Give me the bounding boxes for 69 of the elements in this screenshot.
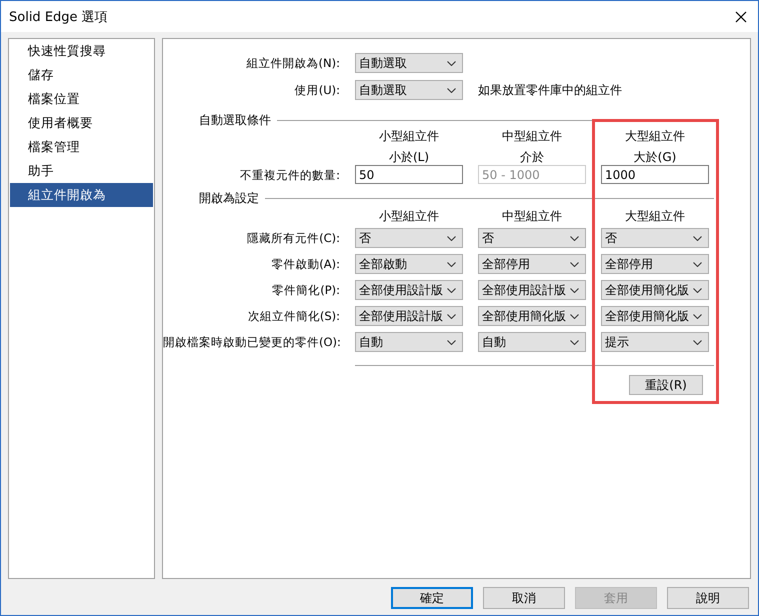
section-title: 自動選取條件 — [199, 112, 271, 128]
dropdown[interactable]: 提示 — [601, 332, 709, 352]
dropdown[interactable]: 全部停用 — [601, 254, 709, 274]
chevron-icon — [447, 314, 456, 318]
input-field[interactable]: 1000 — [601, 165, 709, 184]
column-sublabel: 大於(G) — [632, 149, 678, 165]
column-heading: 中型組立件 — [501, 128, 563, 144]
dropdown[interactable]: 全部使用簡化版 — [601, 280, 709, 300]
chevron-icon — [693, 262, 702, 266]
chevron-icon — [447, 288, 456, 292]
sidebar-item[interactable]: 快速性質搜尋 — [10, 39, 153, 63]
chevron-icon — [570, 262, 579, 266]
window-title: Solid Edge 選項 — [9, 8, 108, 26]
chevron-icon — [693, 340, 702, 344]
field-label: 不重複元件的數量: — [239, 166, 340, 182]
chevron-icon — [447, 262, 456, 266]
sidebar-item[interactable]: 使用者概要 — [10, 111, 153, 135]
chevron-icon — [447, 60, 456, 66]
dropdown[interactable]: 自動選取 — [355, 53, 463, 73]
column-heading: 中型組立件 — [501, 208, 563, 224]
field-label: 組立件開啟為(N): — [246, 55, 340, 71]
dropdown[interactable]: 否 — [478, 228, 586, 248]
dropdown[interactable]: 全部使用簡化版 — [601, 306, 709, 326]
field-label: 開啟檔案時啟動已變更的零件(O): — [163, 334, 340, 350]
dropdown[interactable]: 全部停用 — [478, 254, 586, 274]
field-label: 次組立件簡化(S): — [246, 308, 340, 324]
chevron-icon — [447, 88, 456, 92]
field-label: 使用(U): — [294, 82, 340, 98]
sidebar-item[interactable]: 檔案位置 — [10, 87, 153, 111]
field-label: 隱藏所有元件(C): — [246, 230, 340, 246]
dropdown[interactable]: 全部使用設計版 — [355, 280, 463, 300]
section-title: 開啟為設定 — [199, 190, 259, 206]
dropdown[interactable]: 全部使用設計版 — [478, 280, 586, 300]
column-heading: 小型組立件 — [378, 128, 440, 144]
dropdown[interactable]: 全部啟動 — [355, 254, 463, 274]
chevron-icon — [693, 288, 702, 292]
field-label: 零件簡化(P): — [271, 282, 340, 298]
column-heading: 小型組立件 — [378, 208, 440, 224]
dialog-button[interactable]: 說明 — [667, 587, 749, 609]
chevron-icon — [693, 314, 702, 318]
dialog-button[interactable]: 確定 — [391, 587, 473, 609]
dropdown[interactable]: 全部使用簡化版 — [478, 306, 586, 326]
input-field[interactable]: 50 — [355, 165, 463, 184]
column-heading: 大型組立件 — [624, 208, 686, 224]
dropdown[interactable]: 否 — [355, 228, 463, 248]
dialog-button[interactable]: 取消 — [483, 587, 565, 609]
chevron-icon — [447, 236, 456, 240]
sidebar-item[interactable]: 檔案管理 — [10, 135, 153, 159]
column-heading: 大型組立件 — [624, 128, 686, 144]
close-icon[interactable] — [735, 10, 747, 22]
chevron-icon — [570, 340, 579, 344]
column-sublabel: 小於(L) — [388, 149, 430, 165]
sidebar-item[interactable]: 助手 — [10, 159, 153, 183]
chevron-icon — [447, 340, 456, 344]
dropdown[interactable]: 自動選取 — [355, 80, 463, 100]
dropdown[interactable]: 否 — [601, 228, 709, 248]
chevron-icon — [570, 314, 579, 318]
field-label: 零件啟動(A): — [270, 256, 340, 272]
dropdown[interactable]: 全部使用設計版 — [355, 306, 463, 326]
sidebar-item[interactable]: 儲存 — [10, 63, 153, 87]
column-sublabel: 介於 — [519, 149, 545, 165]
chevron-icon — [693, 236, 702, 240]
sidebar-item[interactable]: 組立件開啟為 — [10, 183, 153, 207]
chevron-icon — [570, 236, 579, 240]
dropdown[interactable]: 自動 — [478, 332, 586, 352]
chevron-icon — [570, 288, 579, 292]
dropdown[interactable]: 自動 — [355, 332, 463, 352]
reset-button[interactable]: 重設(R) — [629, 375, 703, 395]
note-text: 如果放置零件庫中的組立件 — [478, 82, 623, 98]
